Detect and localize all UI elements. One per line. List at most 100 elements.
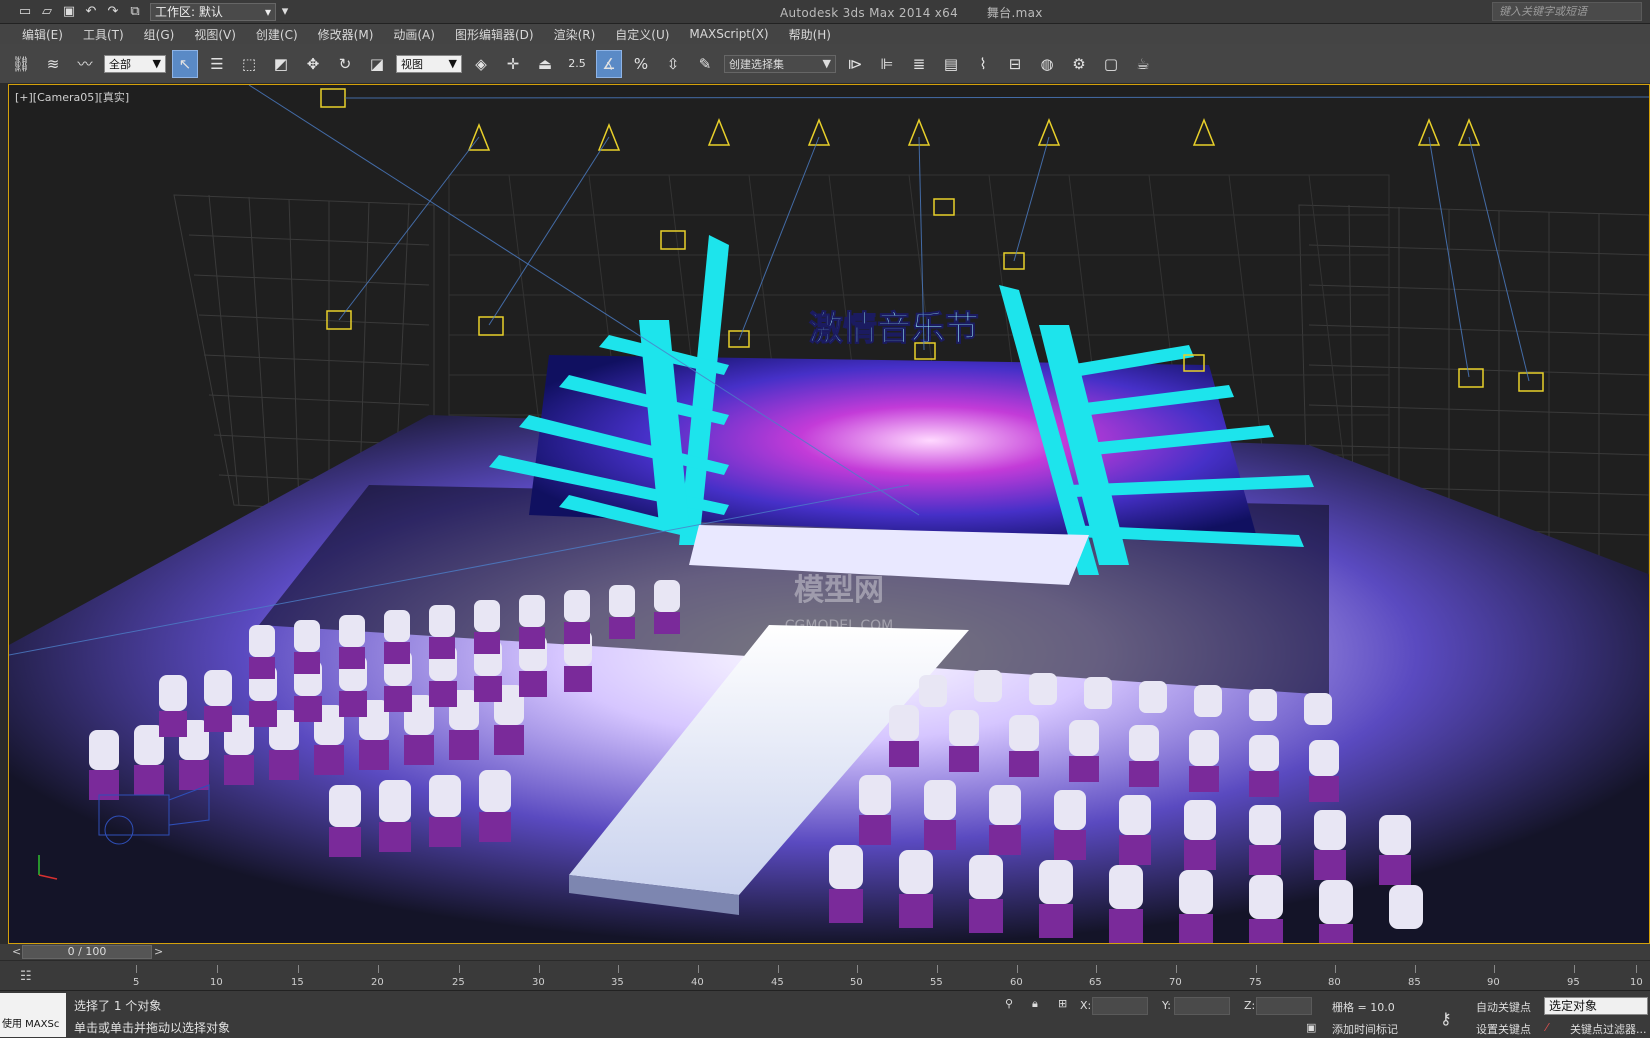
undo-icon[interactable]: ↶ (82, 3, 100, 21)
time-prev-button[interactable]: < (12, 945, 21, 958)
menu-help[interactable]: 帮助(H) (789, 26, 831, 43)
chevron-down-icon: ▾ (264, 4, 271, 19)
select-manipulate-icon[interactable]: ✛ (500, 50, 526, 78)
menu-views[interactable]: 视图(V) (194, 26, 236, 43)
z-coordinate-label: Z: (1244, 999, 1256, 1012)
time-tag-icon[interactable]: ▣ (1306, 1021, 1316, 1034)
window-crossing-icon[interactable]: ◩ (268, 50, 294, 78)
tick-label: 20 (371, 977, 384, 988)
menu-maxscript[interactable]: MAXScript(X) (689, 27, 768, 41)
named-selection-dropdown[interactable]: 创建选择集 ▼ (724, 54, 836, 73)
select-object-icon[interactable]: ↖ (172, 49, 198, 78)
unlink-icon[interactable]: ≋ (40, 50, 66, 78)
menu-customize[interactable]: 自定义(U) (615, 26, 669, 43)
layer-manager-icon[interactable]: ≣ (906, 50, 932, 78)
mirror-icon[interactable]: ⧐ (842, 50, 868, 78)
menu-bar: 编辑(E) 工具(T) 组(G) 视图(V) 创建(C) 修改器(M) 动画(A… (0, 24, 1650, 44)
absolute-mode-icon[interactable]: ⊞ (1058, 997, 1067, 1010)
selection-filter-dropdown[interactable]: 全部 ▼ (104, 54, 166, 73)
move-icon[interactable]: ✥ (300, 50, 326, 78)
select-by-name-icon[interactable]: ☰ (204, 50, 230, 78)
track-bar[interactable]: ☷ 5 10 15 20 25 30 35 40 45 50 55 60 65 … (0, 960, 1650, 990)
key-filter-icon: ⁄ (1546, 1021, 1548, 1034)
menu-modifiers[interactable]: 修改器(M) (318, 26, 374, 43)
maxscript-listener[interactable]: 使用 MAXSc (0, 993, 66, 1037)
chevron-down-icon: ▼ (822, 57, 831, 70)
auto-key-button[interactable]: 自动关键点 (1476, 999, 1531, 1015)
spinner-snap-icon[interactable]: ⇳ (660, 50, 686, 78)
time-slider[interactable]: 0 / 100 (22, 945, 152, 959)
chevron-down-icon: ▼ (448, 57, 457, 70)
material-editor-icon[interactable]: ◍ (1034, 50, 1060, 78)
render-production-icon[interactable]: ☕ (1130, 50, 1156, 78)
menu-graph-editors[interactable]: 图形编辑器(D) (455, 26, 534, 43)
new-file-icon[interactable]: ▭ (16, 3, 34, 21)
tick-label: 40 (691, 977, 704, 988)
key-icon[interactable]: ⚷ (1440, 1009, 1452, 1028)
grid-spacing-label: 栅格 = 10.0 (1332, 1001, 1395, 1014)
watermark-en: CGMODEL.COM (785, 618, 893, 634)
tick-label: 95 (1567, 977, 1580, 988)
tick-label: 10 (1630, 977, 1643, 988)
scale-icon[interactable]: ◪ (364, 50, 390, 78)
status-bar: 使用 MAXSc 选择了 1 个对象 单击或单击并拖动以选择对象 ⚲ 🔒︎ ⊞ … (0, 990, 1650, 1038)
menu-group[interactable]: 组(G) (144, 26, 175, 43)
rotate-icon[interactable]: ↻ (332, 50, 358, 78)
rendered-frame-window-icon[interactable]: ▢ (1098, 50, 1124, 78)
isolate-selection-icon[interactable]: ⚲ (1005, 997, 1013, 1010)
menu-create[interactable]: 创建(C) (256, 26, 298, 43)
tick-label: 90 (1487, 977, 1500, 988)
open-file-icon[interactable]: ▱ (38, 3, 56, 21)
align-icon[interactable]: ⊫ (874, 50, 900, 78)
stage-scene: 激情音乐节 模型网 CGMODEL.COM (9, 85, 1649, 943)
reference-coord-dropdown[interactable]: 视图 ▼ (396, 54, 462, 73)
search-input[interactable]: 键入关键字或短语 (1492, 2, 1642, 21)
z-coordinate-field[interactable] (1256, 997, 1312, 1015)
selection-filter-value: 全部 (109, 57, 131, 71)
keyboard-shortcut-override-icon[interactable]: ⏏ (532, 50, 558, 78)
quick-access-menu-icon[interactable]: ▾ (276, 3, 294, 21)
project-folder-icon[interactable]: ⧉ (126, 3, 144, 21)
app-title: Autodesk 3ds Max 2014 x64 (780, 6, 959, 20)
key-mode-dropdown[interactable]: 选定对象 (1544, 997, 1648, 1015)
tick-label: 5 (133, 977, 140, 988)
render-setup-icon[interactable]: ⚙ (1066, 50, 1092, 78)
redo-icon[interactable]: ↷ (104, 3, 122, 21)
watermark-cn: 模型网 (794, 573, 884, 608)
schematic-view-icon[interactable]: ⊟ (1002, 50, 1028, 78)
set-key-button[interactable]: 设置关键点 (1476, 1021, 1531, 1037)
y-coordinate-field[interactable] (1174, 997, 1230, 1015)
tick-label: 50 (850, 977, 863, 988)
viewport-label[interactable]: [+][Camera05][真实] (15, 89, 129, 105)
workspace-dropdown[interactable]: 工作区: 默认 ▾ (150, 2, 276, 21)
edit-named-selection-icon[interactable]: ✎ (692, 50, 718, 78)
percent-snap-icon[interactable]: % (628, 50, 654, 78)
angle-snap-icon[interactable]: ∡ (596, 49, 622, 78)
graphite-tools-icon[interactable]: ▤ (938, 50, 964, 78)
link-icon[interactable]: ⛓ (8, 50, 34, 78)
tick-label: 65 (1089, 977, 1102, 988)
tick-label: 30 (532, 977, 545, 988)
chevron-down-icon: ▼ (152, 57, 161, 70)
track-bar-toggle-icon[interactable]: ☷ (20, 969, 32, 984)
save-icon[interactable]: ▣ (60, 3, 78, 21)
key-filters-button[interactable]: 关键点过滤器... (1570, 1021, 1647, 1037)
menu-rendering[interactable]: 渲染(R) (554, 26, 596, 43)
x-coordinate-field[interactable] (1092, 997, 1148, 1015)
file-name: 舞台.max (986, 6, 1043, 20)
rectangular-selection-icon[interactable]: ⬚ (236, 50, 262, 78)
pivot-center-icon[interactable]: ◈ (468, 50, 494, 78)
time-next-button[interactable]: > (154, 945, 163, 958)
time-slider-bar: < 0 / 100 > (0, 944, 1650, 960)
tick-label: 80 (1328, 977, 1341, 988)
viewport-camera[interactable]: [+][Camera05][真实] 激情音乐节 模型网 CGMODEL.COM (8, 84, 1650, 944)
lock-selection-icon[interactable]: 🔒︎ (1032, 997, 1038, 1011)
snaps-toggle-icon[interactable]: 2.5 (564, 50, 590, 78)
menu-tools[interactable]: 工具(T) (83, 26, 124, 43)
menu-animation[interactable]: 动画(A) (393, 26, 435, 43)
curve-editor-icon[interactable]: ⌇ (970, 50, 996, 78)
menu-edit[interactable]: 编辑(E) (22, 26, 63, 43)
bind-space-warp-icon[interactable]: 〰 (72, 50, 98, 78)
add-time-tag-button[interactable]: 添加时间标记 (1332, 1021, 1398, 1037)
tick-label: 60 (1010, 977, 1023, 988)
